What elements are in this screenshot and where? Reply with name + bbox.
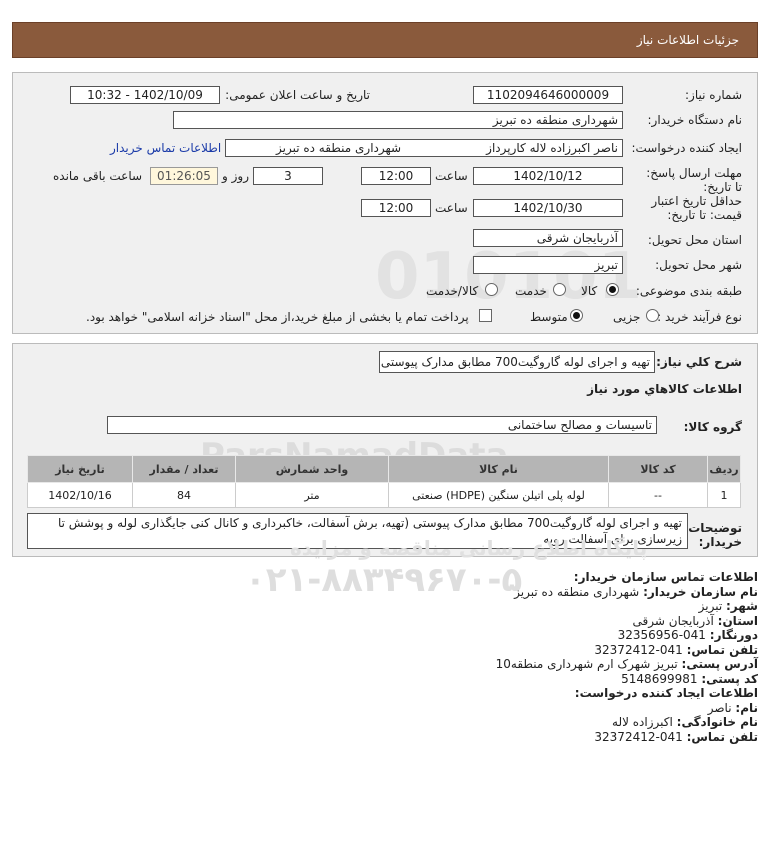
col-name: نام کالا	[388, 455, 609, 483]
contact-value: تبریز شهرک ارم شهرداری منطقه10	[495, 657, 678, 671]
contact-section: اطلاعات تماس سازمان خریدار: نام سازمان خ…	[238, 570, 758, 744]
creator-title: اطلاعات ایجاد کننده درخواست:	[574, 686, 758, 700]
category-radio-service[interactable]	[553, 283, 566, 296]
treasury-checkbox[interactable]	[479, 309, 492, 322]
row-code: --	[608, 482, 708, 508]
contact-value: شهرداری منطقه ده تبریز	[514, 584, 640, 599]
contact-row-postal: کد پستی: 5148699981	[238, 672, 758, 687]
creator-row-name: نام: ناصر	[238, 701, 758, 716]
contact-info-link[interactable]: اطلاعات تماس خریدار	[110, 141, 221, 155]
contact-value: 5148699981	[621, 671, 698, 686]
province-field: آذربایجان شرقی	[473, 229, 623, 247]
creator-org: شهرداری منطقه ده تبریز	[276, 141, 402, 155]
announce-label: تاریخ و ساعت اعلان عمومی:	[225, 88, 370, 102]
page-title: جزئیات اطلاعات نیاز	[636, 33, 739, 47]
contact-value: 041-32356956	[617, 628, 706, 642]
contact-label: شهر:	[726, 599, 758, 613]
contact-row-fax: دورنگار: 041-32356956	[238, 628, 758, 643]
payment-note: پرداخت تمام یا بخشی از مبلغ خرید،از محل …	[86, 310, 469, 324]
col-code: کد کالا	[608, 455, 708, 483]
contact-label: آدرس پستی:	[681, 657, 758, 671]
goods-section-title: اطلاعات کالاهاي مورد نياز	[587, 382, 742, 396]
city-label: شهر محل تحویل:	[655, 258, 742, 272]
creator-name: ناصر اکبرزاده لاله کارپرداز	[486, 141, 618, 155]
contact-value: آذربایجان شرقی	[632, 613, 714, 628]
watermark-logo: 010101	[375, 240, 643, 314]
goods-group-label: گروه کالا:	[683, 420, 742, 434]
category-option-goods: کالا	[581, 284, 598, 298]
category-radio-goods-service[interactable]	[485, 283, 498, 296]
goods-group-field: تاسیسات و مصالح ساختمانی	[107, 416, 657, 434]
contact-label: کد پستی:	[701, 671, 758, 686]
col-unit: واحد شمارش	[235, 455, 389, 483]
row-qty: 84	[132, 482, 236, 508]
buyer-notes-label: توضیحات خریدار:	[688, 521, 742, 549]
validity-time-label: ساعت	[435, 201, 468, 215]
contact-label: دورنگار:	[709, 628, 758, 642]
goods-table: ردیف کد کالا نام کالا واحد شمارش تعداد /…	[27, 455, 741, 508]
col-date: تاریخ نیاز	[27, 455, 133, 483]
table-row: 1 -- لوله پلی اتیلن سنگین (HDPE) صنعتی م…	[27, 482, 741, 508]
deadline-date-field: 1402/10/12	[473, 167, 623, 185]
city-field: تبریز	[473, 256, 623, 274]
row-date: 1402/10/16	[27, 482, 133, 508]
contact-row-address: آدرس پستی: تبریز شهرک ارم شهرداری منطقه1…	[238, 657, 758, 672]
description-label: شرح کلي نياز:	[656, 355, 742, 369]
col-qty: تعداد / مقدار	[132, 455, 236, 483]
deadline-label: مهلت ارسال پاسخ: تا تاریخ:	[646, 166, 742, 194]
creator-field: ناصر اکبرزاده لاله کارپرداز شهرداری منطق…	[225, 139, 623, 157]
page-header: جزئیات اطلاعات نیاز	[12, 22, 758, 58]
contact-row-phone: تلفن تماس: 041-32372412	[238, 643, 758, 658]
contact-row-city: شهر: تبریز	[238, 599, 758, 614]
category-option-service: خدمت	[515, 284, 547, 298]
deadline-time-field: 12:00	[361, 167, 431, 185]
remaining-timer: 01:26:05	[150, 167, 218, 185]
description-field: تهیه و اجرای لوله گاروگیت700 مطابق مدارک…	[379, 351, 655, 373]
row-name: لوله پلی اتیلن سنگین (HDPE) صنعتی	[388, 482, 609, 508]
validity-label: حداقل تاریخ اعتبار قیمت: تا تاریخ:	[651, 194, 742, 222]
process-option-minor: جزیی	[613, 310, 641, 324]
category-option-goods-service: کالا/خدمت	[426, 284, 479, 298]
contact-title: اطلاعات تماس سازمان خریدار:	[573, 570, 758, 584]
contact-value: ناصر	[707, 700, 732, 715]
contact-label: تلفن تماس:	[686, 729, 758, 744]
need-number-label: شماره نیاز:	[685, 88, 742, 102]
remaining-label: ساعت باقی مانده	[53, 169, 143, 183]
category-radio-goods[interactable]	[606, 283, 619, 296]
creator-label: ایجاد کننده درخواست:	[631, 141, 742, 155]
contact-value: 041-32372412	[594, 729, 683, 744]
process-label: نوع فرآیند خرید :	[657, 310, 742, 324]
buyer-org-field: شهرداری منطقه ده تبریز	[173, 111, 623, 129]
province-label: استان محل تحویل:	[647, 233, 742, 247]
days-field: 3	[253, 167, 323, 185]
creator-row-family: نام خانوادگی: اکبرزاده لاله	[238, 715, 758, 730]
validity-date-field: 1402/10/30	[473, 199, 623, 217]
creator-row-phone: تلفن تماس: 041-32372412	[238, 730, 758, 745]
col-row: ردیف	[707, 455, 741, 483]
watermark-subtitle: پایگاه اطلاع رسانی مناقصه و مزایده	[290, 536, 648, 560]
row-index: 1	[707, 482, 741, 508]
contact-row-province: استان: آذربایجان شرقی	[238, 614, 758, 629]
contact-label: نام:	[735, 700, 758, 715]
contact-label: نام خانوادگی:	[676, 715, 758, 729]
contact-label: نام سازمان خریدار:	[643, 584, 758, 599]
row-unit: متر	[235, 482, 389, 508]
contact-label: استان:	[717, 613, 758, 628]
contact-label: تلفن تماس:	[686, 642, 758, 657]
buyer-notes-line-1: تهیه و اجرای لوله گاروگیت700 مطابق مدارک…	[57, 516, 682, 530]
days-label: روز و	[222, 169, 249, 183]
buyer-org-label: نام دستگاه خریدار:	[647, 113, 743, 127]
contact-value: تبریز	[698, 599, 723, 613]
process-radio-medium[interactable]	[570, 309, 583, 322]
contact-value: 041-32372412	[594, 642, 683, 657]
deadline-time-label: ساعت	[435, 169, 468, 183]
contact-value: اکبرزاده لاله	[612, 715, 673, 729]
process-option-medium: متوسط	[530, 310, 568, 324]
announce-field: 1402/10/09 - 10:32	[70, 86, 220, 104]
contact-row-org: نام سازمان خریدار: شهرداری منطقه ده تبری…	[238, 585, 758, 600]
category-label: طبقه بندی موضوعی:	[635, 284, 742, 298]
need-number-field: 1102094646000009	[473, 86, 623, 104]
validity-time-field: 12:00	[361, 199, 431, 217]
process-radio-minor[interactable]	[646, 309, 659, 322]
